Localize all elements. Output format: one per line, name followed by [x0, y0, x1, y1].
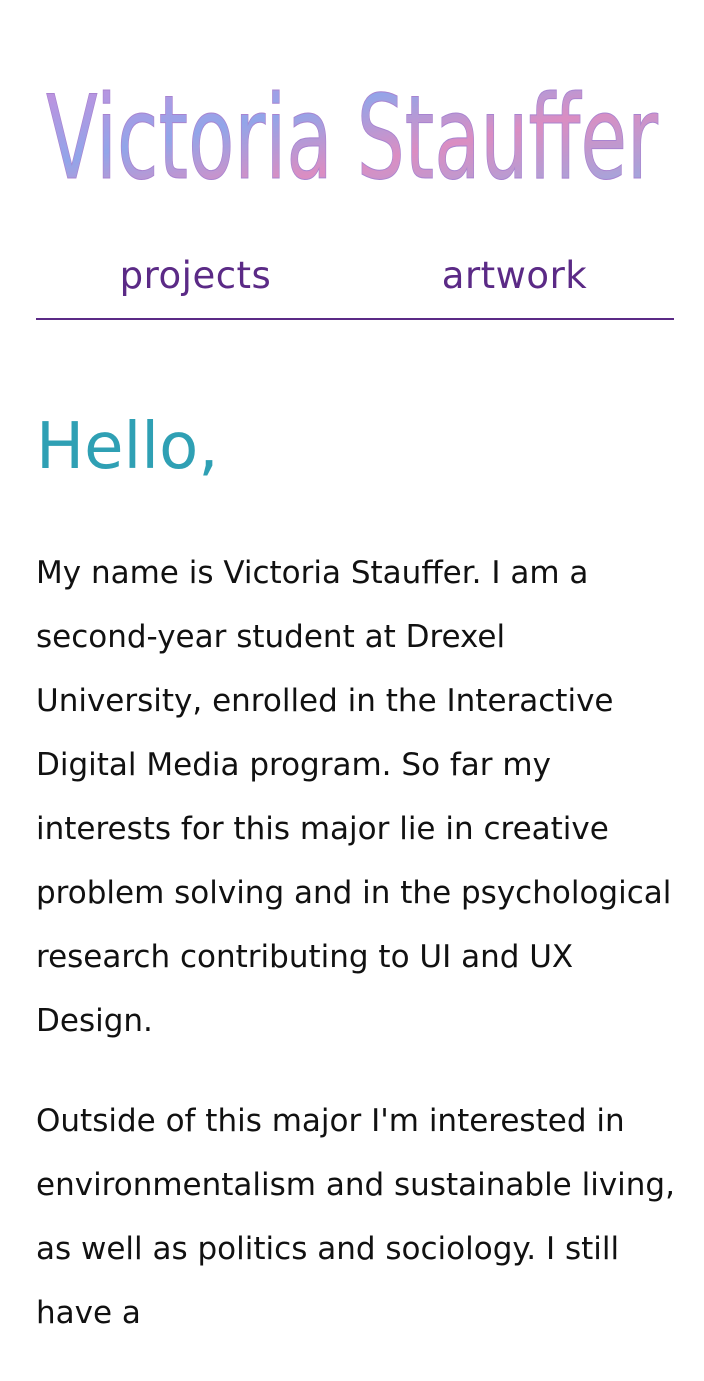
nav-projects-link[interactable]: projects	[36, 240, 355, 318]
bio-section: My name is Victoria Stauffer. I am a sec…	[36, 541, 676, 1381]
logo-lettering: Victoria Stauffer	[46, 71, 658, 195]
greeting-heading: Hello,	[36, 410, 219, 484]
main-nav: projects artwork	[36, 240, 674, 320]
bio-paragraph-2: Outside of this major I'm interested in …	[36, 1103, 675, 1331]
site-logo[interactable]: Victoria Stauffer	[44, 50, 664, 196]
watercolor-signature-logo: Victoria Stauffer	[46, 71, 659, 196]
bio-paragraph-1: My name is Victoria Stauffer. I am a sec…	[36, 555, 672, 1039]
nav-artwork-link[interactable]: artwork	[355, 240, 674, 318]
